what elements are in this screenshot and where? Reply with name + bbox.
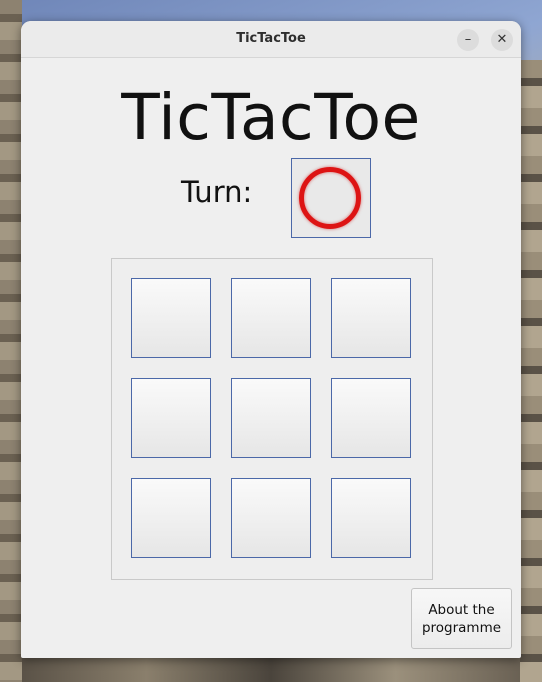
game-heading: TicTacToe xyxy=(121,81,421,154)
minimize-icon: – xyxy=(464,32,472,47)
board-cell-3[interactable] xyxy=(331,278,411,358)
circle-icon xyxy=(299,167,361,229)
board-cell-9[interactable] xyxy=(331,478,411,558)
board-cell-1[interactable] xyxy=(131,278,211,358)
board-cell-6[interactable] xyxy=(331,378,411,458)
turn-indicator xyxy=(291,158,371,238)
close-icon: ✕ xyxy=(496,32,508,47)
desktop-wallpaper-left xyxy=(0,0,22,682)
desktop-wallpaper-bottom xyxy=(22,658,520,682)
board-cell-4[interactable] xyxy=(131,378,211,458)
board-cell-8[interactable] xyxy=(231,478,311,558)
board-cell-2[interactable] xyxy=(231,278,311,358)
game-board xyxy=(111,258,433,580)
desktop-wallpaper-right xyxy=(520,60,542,682)
turn-label: Turn: xyxy=(181,175,253,209)
window-titlebar[interactable]: TicTacToe – ✕ xyxy=(21,21,521,58)
app-window: TicTacToe – ✕ TicTacToe Turn: About the … xyxy=(21,21,521,658)
minimize-button[interactable]: – xyxy=(457,29,479,51)
window-title: TicTacToe xyxy=(236,31,306,46)
about-button[interactable]: About the programme xyxy=(411,588,512,649)
board-cell-7[interactable] xyxy=(131,478,211,558)
close-button[interactable]: ✕ xyxy=(491,29,513,51)
board-cell-5[interactable] xyxy=(231,378,311,458)
